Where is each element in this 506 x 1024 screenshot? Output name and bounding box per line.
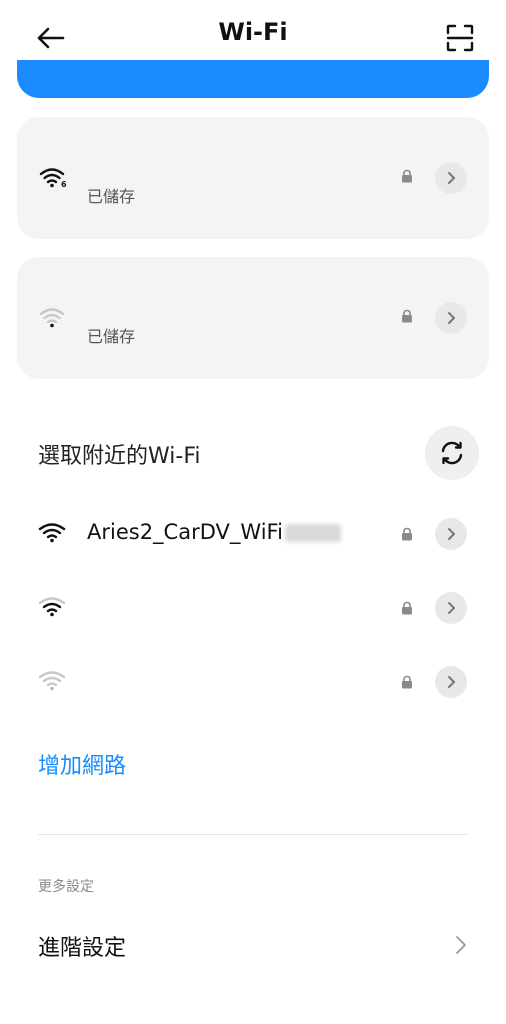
saved-network-card[interactable]: 6 已儲存 xyxy=(17,117,489,239)
nearby-network-row[interactable] xyxy=(0,578,506,638)
add-network-link[interactable]: 增加網路 xyxy=(38,748,126,780)
saved-status: 已儲存 xyxy=(87,187,136,206)
page-title: Wi-Fi xyxy=(218,18,288,46)
lock-icon xyxy=(402,309,412,323)
nearby-network-row[interactable] xyxy=(0,652,506,712)
lock-icon xyxy=(402,169,412,183)
chevron-right-icon xyxy=(448,172,455,184)
wifi-weak-signal-icon xyxy=(39,308,65,328)
wifi-full-signal-icon xyxy=(38,523,66,543)
chevron-right-icon xyxy=(448,676,455,688)
chevron-right-icon xyxy=(448,602,455,614)
network-details-button[interactable] xyxy=(435,162,467,194)
advanced-settings-row[interactable]: 進階設定 xyxy=(0,920,506,970)
wifi6-signal-icon: 6 xyxy=(39,168,67,189)
refresh-icon xyxy=(441,441,463,465)
network-details-button[interactable] xyxy=(435,302,467,334)
network-details-button[interactable] xyxy=(435,592,467,624)
network-details-button[interactable] xyxy=(435,518,467,550)
network-ssid-text: Aries2_CarDV_WiFi xyxy=(87,520,283,544)
redacted-text xyxy=(284,524,341,542)
lock-icon xyxy=(402,675,412,689)
divider xyxy=(38,834,468,835)
lock-icon xyxy=(402,527,412,541)
scan-button[interactable] xyxy=(442,20,478,56)
chevron-right-icon xyxy=(448,312,455,324)
saved-network-card[interactable]: 已儲存 xyxy=(17,257,489,379)
network-details-button[interactable] xyxy=(435,666,467,698)
chevron-right-icon xyxy=(456,936,466,954)
nearby-wifi-title: 選取附近的Wi-Fi xyxy=(38,444,201,469)
network-ssid: Aries2_CarDV_WiFi xyxy=(87,520,341,544)
chevron-right-icon xyxy=(448,528,455,540)
saved-status: 已儲存 xyxy=(87,327,136,346)
refresh-button[interactable] xyxy=(425,426,479,480)
scan-qr-icon xyxy=(446,24,474,52)
advanced-settings-label: 進階設定 xyxy=(38,936,127,961)
more-settings-label: 更多設定 xyxy=(38,879,94,895)
lock-icon xyxy=(402,601,412,615)
wifi-medium-signal-icon xyxy=(38,597,66,617)
wifi-weak-signal-icon xyxy=(38,671,66,691)
nearby-network-row[interactable]: Aries2_CarDV_WiFi xyxy=(0,504,506,564)
connected-network-banner[interactable] xyxy=(17,60,489,98)
svg-text:6: 6 xyxy=(61,180,67,189)
